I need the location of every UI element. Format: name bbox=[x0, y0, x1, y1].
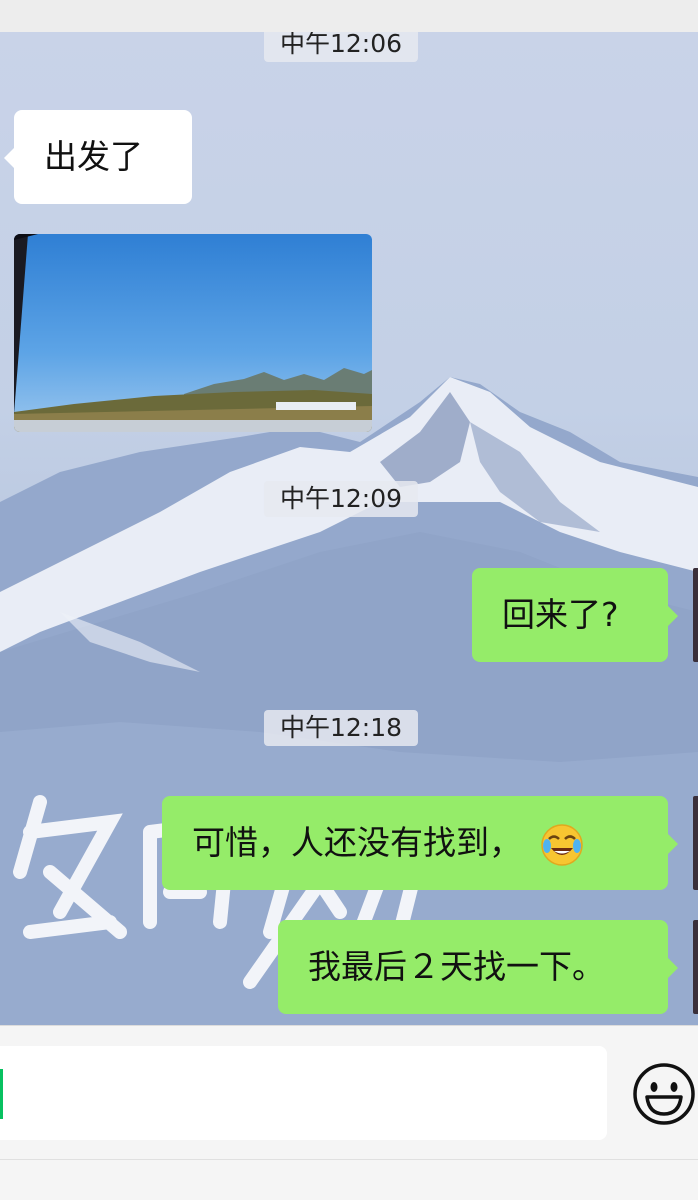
my-avatar[interactable] bbox=[693, 796, 698, 890]
tears-of-joy-icon bbox=[540, 823, 583, 866]
received-message-bubble[interactable]: 出发了 bbox=[4, 110, 192, 204]
timestamp-1218: 中午12:18 bbox=[263, 710, 419, 746]
smiley-face-icon bbox=[633, 1063, 695, 1125]
message-text: 我最后２天找一下。 bbox=[308, 947, 605, 986]
status-bar-area bbox=[0, 0, 698, 32]
message-text: 回来了? bbox=[502, 595, 619, 634]
timestamp-1206: 中午12:06 bbox=[263, 32, 419, 62]
message-text: 出发了 bbox=[44, 137, 143, 176]
message-input-bar bbox=[0, 1025, 698, 1200]
sent-message-bubble[interactable]: 我最后２天找一下。 bbox=[278, 920, 678, 1014]
message-input[interactable] bbox=[0, 1046, 607, 1140]
received-image-message[interactable] bbox=[14, 234, 372, 432]
divider bbox=[0, 1159, 698, 1160]
chat-message-list[interactable]: 中午12:06 出发了 中午12:09 回来了? 中午12:18 可惜，人还没有… bbox=[0, 32, 698, 1025]
text-cursor bbox=[0, 1069, 3, 1119]
timestamp-1209: 中午12:09 bbox=[263, 481, 419, 517]
my-avatar[interactable] bbox=[693, 568, 698, 662]
landscape-photo bbox=[14, 234, 372, 432]
message-text: 可惜，人还没有找到， bbox=[192, 823, 522, 862]
my-avatar[interactable] bbox=[693, 920, 698, 1014]
emoji-button[interactable] bbox=[632, 1062, 696, 1126]
sent-message-bubble[interactable]: 可惜，人还没有找到， bbox=[162, 796, 678, 890]
sent-message-bubble[interactable]: 回来了? bbox=[472, 568, 678, 662]
